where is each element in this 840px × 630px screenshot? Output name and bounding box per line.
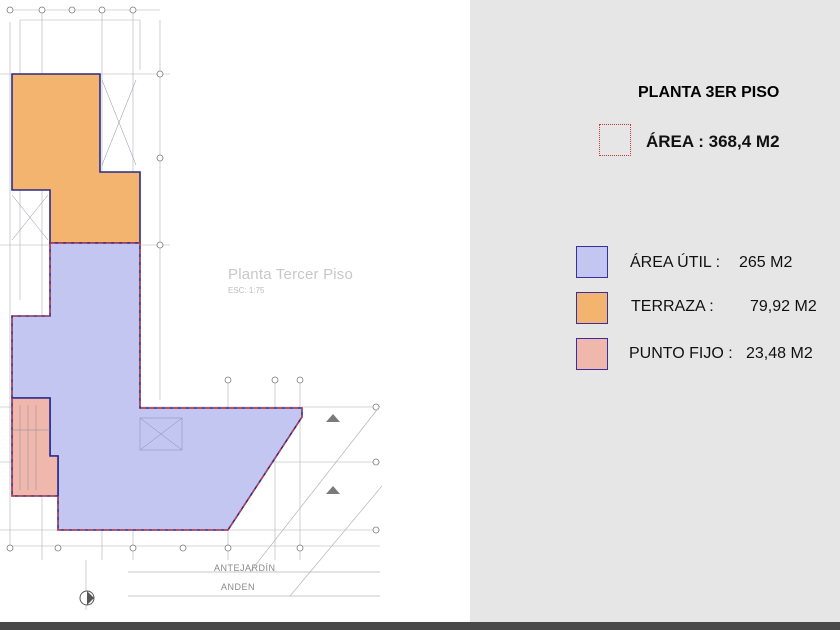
- useful-area-value: 265 M2: [739, 254, 793, 271]
- useful-area-swatch: [576, 246, 608, 278]
- bottom-border: [0, 622, 840, 630]
- terrace-swatch: [576, 292, 608, 324]
- plan-title: Planta Tercer Piso: [228, 266, 354, 283]
- street-label-anden: ANDEN: [221, 582, 256, 592]
- terrace-label: TERRAZA :: [631, 298, 714, 315]
- legend-heading: PLANTA 3ER PISO: [638, 84, 780, 101]
- fixed-point-value: 23,48 M2: [746, 345, 813, 362]
- floor-plan-drawing: [0, 6, 383, 610]
- street-label-antejardin: ANTEJARDÍN: [214, 563, 276, 573]
- legend-item-terrace: TERRAZA : 79,92 M2: [470, 292, 840, 326]
- floor-plan-panel: Planta Tercer Piso ESC: 1:75 ANTEJARDÍN …: [0, 0, 470, 630]
- legend-item-fixed-point: PUNTO FIJO : 23,48 M2: [470, 338, 840, 372]
- terrace-value: 79,92 M2: [750, 298, 817, 315]
- terrace-area: [11, 73, 141, 244]
- useful-area-label: ÁREA ÚTIL :: [630, 254, 721, 271]
- total-area-label: ÁREA : 368,4 M2: [646, 132, 780, 151]
- legend-panel: PLANTA 3ER PISO ÁREA : 368,4 M2 ÁREA ÚTI…: [470, 0, 840, 630]
- fixed-point-swatch: [576, 338, 608, 370]
- fixed-point-label: PUNTO FIJO :: [629, 345, 733, 362]
- legend-item-useful-area: ÁREA ÚTIL : 265 M2: [470, 246, 840, 280]
- total-area-swatch: [599, 124, 631, 156]
- plan-scale: ESC: 1:75: [228, 286, 265, 295]
